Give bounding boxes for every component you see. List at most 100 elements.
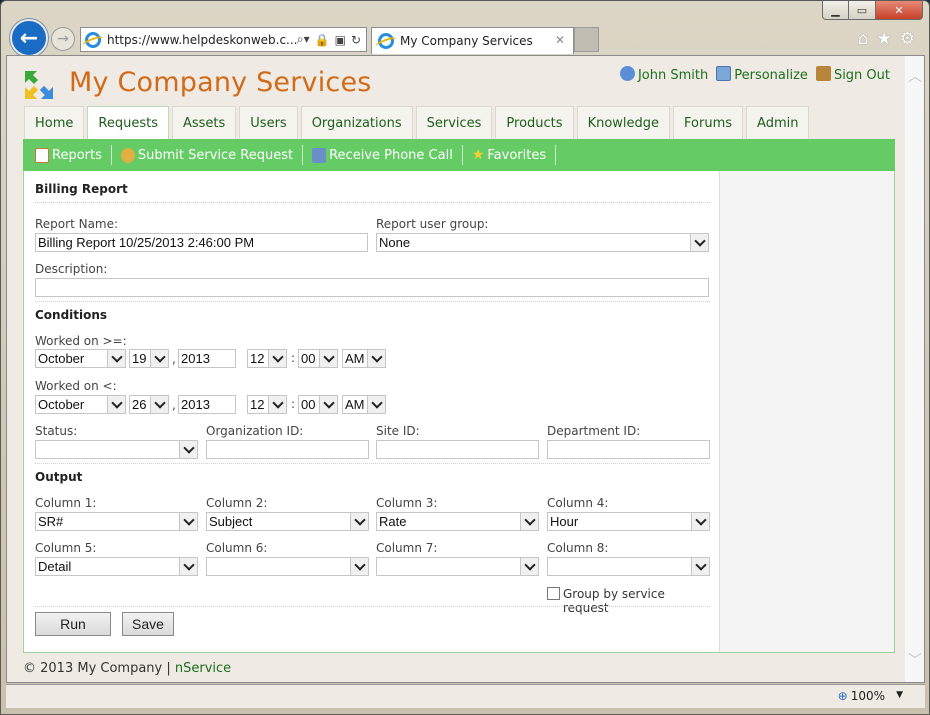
sign-out-link[interactable]: Sign Out xyxy=(815,66,890,83)
tab-admin[interactable]: Admin xyxy=(746,106,810,139)
subnav-submit-request[interactable]: Submit Service Request xyxy=(120,147,302,163)
column-5-select[interactable]: Detail xyxy=(35,557,198,576)
tab-users[interactable]: Users xyxy=(239,106,298,139)
to-minute-select[interactable]: 00 xyxy=(298,395,338,414)
subnav-favorites-label[interactable]: Favorites xyxy=(487,148,546,163)
subnav-favorites[interactable]: ★ Favorites xyxy=(472,147,555,163)
gear-icon[interactable]: ⚙ xyxy=(900,29,915,49)
group-by-label[interactable]: Group by service request xyxy=(563,587,710,615)
tab-organizations[interactable]: Organizations xyxy=(300,106,413,139)
chevron-down-icon xyxy=(150,350,168,367)
maximize-icon: ▭ xyxy=(856,3,868,17)
user-name[interactable]: John Smith xyxy=(638,68,708,83)
column-2-select[interactable]: Subject xyxy=(206,512,369,531)
user-group-select[interactable]: None xyxy=(376,233,709,252)
to-ampm-select[interactable]: AM xyxy=(342,395,386,414)
column-3-value: Rate xyxy=(379,514,407,529)
from-hour-value: 12 xyxy=(250,351,265,366)
subnav-reports[interactable]: Reports xyxy=(35,147,111,163)
tab-requests[interactable]: Requests xyxy=(87,106,169,139)
column-4-value: Hour xyxy=(550,514,579,529)
chevron-down-icon xyxy=(150,396,168,413)
from-day-select[interactable]: 19 xyxy=(129,349,169,368)
column-6-select[interactable] xyxy=(206,557,369,576)
to-month-value: October xyxy=(38,397,85,412)
report-name-input[interactable]: Billing Report 10/25/2013 2:46:00 PM xyxy=(35,233,368,252)
browser-tab[interactable]: My Company Services ✕ xyxy=(371,27,574,54)
zoom-dropdown-icon[interactable]: ▼ xyxy=(896,690,903,700)
arrow-left-icon: ← xyxy=(19,25,39,51)
tab-forums[interactable]: Forums xyxy=(673,106,744,139)
nservice-link[interactable]: nService xyxy=(175,661,231,676)
dept-id-input[interactable] xyxy=(547,440,710,459)
close-button[interactable]: ✕ xyxy=(876,1,923,20)
column-1-select[interactable]: SR# xyxy=(35,512,198,531)
home-icon[interactable]: ⌂ xyxy=(858,29,869,49)
favorites-star-icon[interactable]: ★ xyxy=(877,29,892,49)
from-month-select[interactable]: October xyxy=(35,349,126,368)
description-input[interactable] xyxy=(35,278,709,297)
column-2-value: Subject xyxy=(209,514,253,529)
from-minute-select[interactable]: 00 xyxy=(298,349,338,368)
personalize-label[interactable]: Personalize xyxy=(734,68,808,83)
url-text[interactable]: https://www.helpdeskonweb.c... xyxy=(107,33,297,47)
browser-window: ▁ ▭ ✕ ← → https://www.helpdeskonweb.c...… xyxy=(0,0,930,715)
minimize-button[interactable]: ▁ xyxy=(822,1,849,20)
vertical-scrollbar[interactable]: ︿ ﹀ xyxy=(905,56,924,682)
subnav-submit-label[interactable]: Submit Service Request xyxy=(138,148,293,163)
tab-knowledge[interactable]: Knowledge xyxy=(576,106,671,139)
from-ampm-select[interactable]: AM xyxy=(342,349,386,368)
new-tab-button[interactable] xyxy=(574,27,599,52)
to-year-input[interactable]: 2013 xyxy=(178,395,236,414)
status-label: Status: xyxy=(35,424,78,438)
column-8-select[interactable] xyxy=(547,557,710,576)
scroll-up-icon[interactable]: ︿ xyxy=(908,66,922,86)
to-day-select[interactable]: 26 xyxy=(129,395,169,414)
to-hour-select[interactable]: 12 xyxy=(247,395,287,414)
column-4-select[interactable]: Hour xyxy=(547,512,710,531)
lock-icon[interactable]: 🔒 xyxy=(315,33,330,47)
maximize-button[interactable]: ▭ xyxy=(849,1,876,20)
chevron-down-icon xyxy=(691,513,709,530)
tab-home[interactable]: Home xyxy=(24,106,85,139)
zoom-control[interactable]: ⊕ 100% xyxy=(838,689,885,703)
tab-assets[interactable]: Assets xyxy=(171,106,237,139)
subnav-phone-call[interactable]: Receive Phone Call xyxy=(312,147,462,163)
group-by-checkbox[interactable] xyxy=(547,587,560,600)
user-group-label: Report user group: xyxy=(376,217,489,231)
zoom-level: 100% xyxy=(850,689,885,703)
user-link[interactable]: John Smith xyxy=(619,66,708,83)
subnav-reports-label[interactable]: Reports xyxy=(52,148,102,163)
from-ampm-value: AM xyxy=(345,351,365,366)
tab-products[interactable]: Products xyxy=(495,106,574,139)
refresh-icon[interactable]: ↻ xyxy=(351,33,361,47)
column-7-select[interactable] xyxy=(376,557,539,576)
save-button[interactable]: Save xyxy=(122,612,174,636)
from-hour-select[interactable]: 12 xyxy=(247,349,287,368)
compat-view-icon[interactable]: ▣ xyxy=(335,33,346,47)
status-select[interactable] xyxy=(35,440,198,459)
from-year-input[interactable]: 2013 xyxy=(178,349,236,368)
to-month-select[interactable]: October xyxy=(35,395,126,414)
back-button[interactable]: ← xyxy=(10,19,48,57)
sub-nav: Reports Submit Service Request Receive P… xyxy=(23,139,895,171)
personalize-link[interactable]: Personalize xyxy=(716,66,808,83)
tab-services[interactable]: Services xyxy=(415,106,493,139)
reports-icon xyxy=(35,147,49,163)
sign-out-label[interactable]: Sign Out xyxy=(834,68,890,83)
site-id-input[interactable] xyxy=(376,440,539,459)
subnav-phone-label[interactable]: Receive Phone Call xyxy=(329,148,453,163)
divider xyxy=(35,463,710,464)
scroll-down-icon[interactable]: ﹀ xyxy=(908,650,922,670)
phone-icon xyxy=(312,147,327,163)
org-id-input[interactable] xyxy=(206,440,369,459)
close-tab-icon[interactable]: ✕ xyxy=(555,33,565,47)
run-button[interactable]: Run xyxy=(35,612,111,636)
report-name-label: Report Name: xyxy=(35,217,119,231)
forward-button[interactable]: → xyxy=(51,27,75,51)
page-footer: © 2013 My Company | nService xyxy=(23,661,231,676)
address-bar[interactable]: https://www.helpdeskonweb.c... ⌕▾ 🔒 ▣ ↻ xyxy=(80,27,367,52)
column-3-select[interactable]: Rate xyxy=(376,512,539,531)
subnav-divider xyxy=(110,145,112,165)
search-icon[interactable]: ⌕▾ xyxy=(297,32,310,47)
